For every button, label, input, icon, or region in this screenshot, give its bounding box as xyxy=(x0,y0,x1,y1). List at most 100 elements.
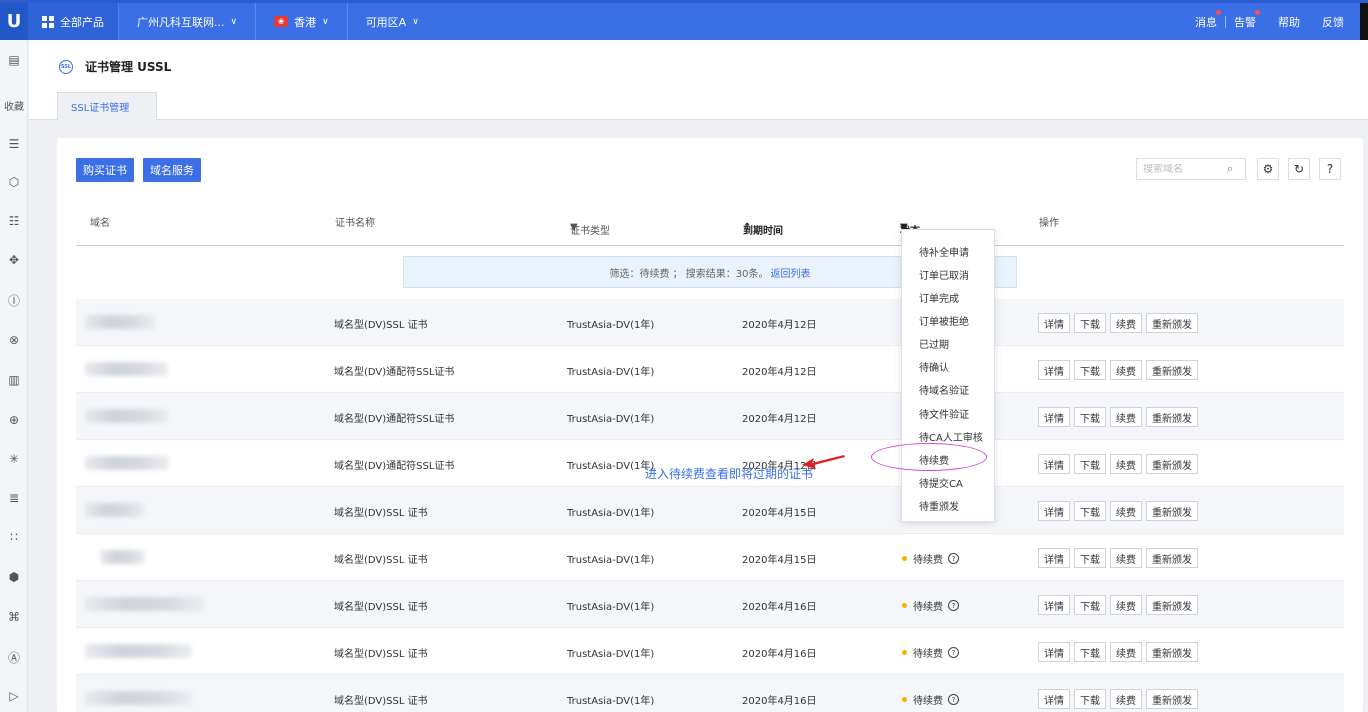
filter-text: 筛选：待续费 ； 搜索结果：30条。 xyxy=(609,268,769,280)
hierarchy-icon[interactable]: ☷ xyxy=(6,213,22,229)
reissue-button[interactable]: 重新颁发 xyxy=(1146,454,1198,474)
status-option[interactable]: 待CA人工审核 xyxy=(919,429,983,444)
row-actions: 详情 下载 续费 重新颁发 xyxy=(1038,360,1198,380)
renew-button[interactable]: 续费 xyxy=(1110,454,1142,474)
renew-button[interactable]: 续费 xyxy=(1110,501,1142,521)
refresh-button[interactable]: ↻ xyxy=(1288,158,1310,180)
status-option[interactable]: 待确认 xyxy=(919,359,949,374)
row-actions: 详情 下载 续费 重新颁发 xyxy=(1038,501,1198,521)
status-option[interactable]: 待补全申请 xyxy=(919,244,969,259)
server-icon[interactable]: ☰ xyxy=(6,136,22,152)
play-icon[interactable]: ▷ xyxy=(6,688,22,704)
project-selector[interactable]: 广州凡科互联网... ∨ xyxy=(119,3,257,40)
download-button[interactable]: 下载 xyxy=(1074,548,1106,568)
document-icon[interactable]: ▥ xyxy=(6,372,22,388)
reissue-button[interactable]: 重新颁发 xyxy=(1146,407,1198,427)
back-to-list-link[interactable]: 返回列表 xyxy=(771,265,811,280)
status-option[interactable]: 已过期 xyxy=(919,336,949,351)
details-button[interactable]: 详情 xyxy=(1038,595,1070,615)
renew-button[interactable]: 续费 xyxy=(1110,689,1142,709)
download-button[interactable]: 下载 xyxy=(1074,360,1106,380)
domain-search-input[interactable] xyxy=(1137,163,1225,175)
favorites-label[interactable]: 收藏 xyxy=(0,98,28,113)
download-button[interactable]: 下载 xyxy=(1074,595,1106,615)
cert-name-cell: 域名型(DV)通配符SSL证书 xyxy=(334,461,455,472)
question-icon[interactable]: ? xyxy=(948,553,959,564)
row-actions: 详情 下载 续费 重新颁发 xyxy=(1038,407,1198,427)
ai-icon[interactable]: Ⓐ xyxy=(6,649,22,665)
apps-icon[interactable]: ∷ xyxy=(6,529,22,545)
download-button[interactable]: 下载 xyxy=(1074,407,1106,427)
renew-button[interactable]: 续费 xyxy=(1110,642,1142,662)
question-icon[interactable]: ? xyxy=(948,647,959,658)
details-button[interactable]: 详情 xyxy=(1038,313,1070,333)
page-title: SSL 证书管理 USSL xyxy=(59,58,171,75)
renew-button[interactable]: 续费 xyxy=(1110,360,1142,380)
help-link[interactable]: 帮助 xyxy=(1270,14,1308,30)
gateway-icon[interactable]: Ⓘ xyxy=(6,292,22,308)
download-button[interactable]: 下载 xyxy=(1074,313,1106,333)
all-products-menu[interactable]: 全部产品 xyxy=(28,3,119,40)
details-button[interactable]: 详情 xyxy=(1038,548,1070,568)
reissue-button[interactable]: 重新颁发 xyxy=(1146,360,1198,380)
region-selector[interactable]: ❀ 香港 ∨ xyxy=(256,3,348,40)
topbar-right-links: 消息 告警 帮助 反馈 xyxy=(1187,3,1368,40)
alerts-link[interactable]: 告警 xyxy=(1226,9,1264,30)
status-option[interactable]: 待文件验证 xyxy=(919,406,969,421)
database-icon[interactable]: ≣ xyxy=(6,490,22,506)
settings-button[interactable]: ⚙ xyxy=(1257,158,1279,180)
network-icon[interactable]: ⬡ xyxy=(6,174,22,190)
renew-button[interactable]: 续费 xyxy=(1110,548,1142,568)
spark-icon[interactable]: ✳ xyxy=(6,451,22,467)
filter-icon[interactable]: ⊕ xyxy=(6,412,22,428)
reissue-button[interactable]: 重新颁发 xyxy=(1146,642,1198,662)
feedback-link[interactable]: 反馈 xyxy=(1314,14,1352,30)
cert-type-cell: TrustAsia-DV(1年) xyxy=(567,649,655,660)
status-option[interactable]: 订单完成 xyxy=(919,290,959,305)
tab-ssl-management[interactable]: SSL证书管理 xyxy=(57,92,157,120)
status-option[interactable]: 待提交CA xyxy=(919,475,963,490)
reissue-button[interactable]: 重新颁发 xyxy=(1146,313,1198,333)
details-button[interactable]: 详情 xyxy=(1038,454,1070,474)
row-actions: 详情 下载 续费 重新颁发 xyxy=(1038,313,1198,333)
blurred-domain xyxy=(85,691,193,705)
status-option[interactable]: 待重颁发 xyxy=(919,498,959,513)
block-icon[interactable]: ⊗ xyxy=(6,332,22,348)
question-icon[interactable]: ? xyxy=(948,694,959,705)
domain-service-button[interactable]: 域名服务 xyxy=(143,158,201,182)
renew-button[interactable]: 续费 xyxy=(1110,407,1142,427)
ucloud-logo[interactable]: U xyxy=(0,3,28,40)
reissue-button[interactable]: 重新颁发 xyxy=(1146,548,1198,568)
table-row: 域名型(DV)SSL 证书 TrustAsia-DV(1年) 2020年4月12日 详… xyxy=(76,299,1344,346)
buy-certificate-button[interactable]: 购买证书 xyxy=(76,158,134,182)
gear-icon: ⚙ xyxy=(1262,162,1274,176)
details-button[interactable]: 详情 xyxy=(1038,642,1070,662)
nodes-icon[interactable]: ✥ xyxy=(6,252,22,268)
link-icon[interactable]: ⌘ xyxy=(6,609,22,625)
question-icon[interactable]: ? xyxy=(948,600,959,611)
help-button[interactable]: ? xyxy=(1319,158,1341,180)
shield-icon[interactable]: ⬢ xyxy=(6,569,22,585)
status-option[interactable]: 订单被拒绝 xyxy=(919,313,969,328)
status-option[interactable]: 订单已取消 xyxy=(919,267,969,282)
renew-button[interactable]: 续费 xyxy=(1110,313,1142,333)
monitor-icon[interactable]: ▤ xyxy=(6,52,22,68)
details-button[interactable]: 详情 xyxy=(1038,501,1070,521)
reissue-button[interactable]: 重新颁发 xyxy=(1146,595,1198,615)
download-button[interactable]: 下载 xyxy=(1074,642,1106,662)
status-dot-icon xyxy=(902,603,907,608)
download-button[interactable]: 下载 xyxy=(1074,501,1106,521)
status-option[interactable]: 待域名验证 xyxy=(919,382,969,397)
search-icon[interactable]: ⌕ xyxy=(1227,162,1233,176)
window-edge xyxy=(1360,3,1368,40)
details-button[interactable]: 详情 xyxy=(1038,407,1070,427)
download-button[interactable]: 下载 xyxy=(1074,689,1106,709)
details-button[interactable]: 详情 xyxy=(1038,360,1070,380)
reissue-button[interactable]: 重新颁发 xyxy=(1146,501,1198,521)
zone-selector[interactable]: 可用区A ∨ xyxy=(348,3,437,40)
messages-link[interactable]: 消息 xyxy=(1187,9,1225,30)
renew-button[interactable]: 续费 xyxy=(1110,595,1142,615)
details-button[interactable]: 详情 xyxy=(1038,689,1070,709)
reissue-button[interactable]: 重新颁发 xyxy=(1146,689,1198,709)
download-button[interactable]: 下载 xyxy=(1074,454,1106,474)
